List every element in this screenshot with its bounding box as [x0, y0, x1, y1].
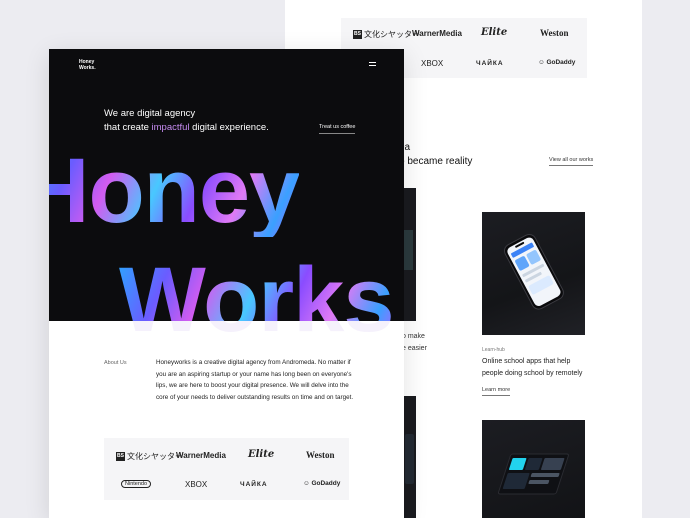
hero-section: Honey Works. We are digital agency that …	[49, 49, 404, 321]
client-logo-nintendo: Nintendo	[121, 480, 152, 488]
client-logo-chaika: ЧАЙКА	[240, 481, 268, 488]
dashboard-mockup-icon	[497, 453, 569, 495]
client-logo-godaddy: ☺ GoDaddy	[303, 480, 341, 487]
hero-word-works-reflection: Works	[119, 321, 395, 346]
device-screen-icon	[405, 434, 414, 484]
hero-tagline-line1: We are digital agency	[104, 108, 196, 119]
client-logo-bunka: BS 文化シヤッター	[353, 30, 420, 40]
client-logo-chaika: ЧАЙКА	[476, 60, 504, 67]
client-logo-bunka: BS 文化シヤッター	[116, 452, 183, 462]
project-desc-left-line1: o make	[402, 333, 425, 340]
hero-word-works: Works	[119, 254, 395, 321]
about-us-label: About Us	[104, 360, 127, 366]
hero-tagline-line2: that create impactful digital experience…	[104, 121, 269, 135]
works-heading: ea o became reality	[399, 141, 472, 169]
client-logo-xbox: XBOX	[185, 480, 208, 489]
godaddy-icon: ☺	[303, 480, 310, 487]
front-client-logos-strip: BS 文化シヤッター WarnerMedia Elite Weston Ninte…	[104, 438, 349, 500]
bunka-mark-icon: BS	[353, 30, 362, 40]
project-desc-left: o make e easier	[402, 331, 427, 355]
project-card-learnhub[interactable]	[482, 212, 585, 335]
client-logo-elite: Elite	[481, 27, 508, 38]
project-thumbnail-left[interactable]	[403, 188, 416, 321]
project-card-tag: Learn-hub	[482, 347, 505, 353]
client-logo-xbox: XBOX	[421, 59, 444, 68]
hero-tagline-accent: impactful	[151, 122, 190, 133]
project-card-description: Online school apps that help people doin…	[482, 358, 583, 377]
client-logo-weston: Weston	[306, 450, 335, 460]
brand-logo[interactable]: Honey Works.	[79, 59, 96, 71]
hero-tagline: We are digital agency that create impact…	[104, 107, 269, 135]
learn-more-link[interactable]: Learn more	[482, 387, 511, 396]
phone-mockup-icon	[503, 233, 564, 310]
front-page: Honey Works. We are digital agency that …	[49, 49, 404, 518]
client-logo-godaddy: ☺ GoDaddy	[538, 59, 576, 66]
client-logo-warnermedia: WarnerMedia	[412, 29, 462, 38]
brand-logo-line2: Works.	[79, 65, 96, 71]
bunka-mark-icon: BS	[116, 452, 125, 462]
client-logo-warnermedia: WarnerMedia	[176, 451, 226, 460]
device-screen-icon	[403, 230, 413, 270]
hero-tagline-pre: that create	[104, 122, 152, 133]
godaddy-icon: ☺	[538, 59, 545, 66]
project-thumbnail-left-2[interactable]	[403, 396, 416, 518]
treat-us-coffee-button[interactable]: Treat us coffee	[319, 124, 356, 134]
project-card-dashboard[interactable]	[482, 420, 585, 518]
client-logo-weston: Weston	[540, 28, 569, 38]
works-heading-line1: ea	[399, 142, 411, 153]
hamburger-menu-icon[interactable]	[369, 62, 376, 66]
project-desc-left-line2: e easier	[402, 345, 427, 352]
works-heading-line2: o became reality	[399, 156, 473, 167]
hero-word-overflow: Works	[49, 321, 404, 351]
hero-tagline-post: digital experience.	[189, 122, 269, 133]
about-us-text: Honeyworks is a creative digital agency …	[156, 359, 354, 401]
hero-word-honey: Honey	[49, 145, 300, 237]
client-logo-elite: Elite	[248, 449, 275, 460]
view-all-works-link[interactable]: View all our works	[549, 157, 594, 166]
